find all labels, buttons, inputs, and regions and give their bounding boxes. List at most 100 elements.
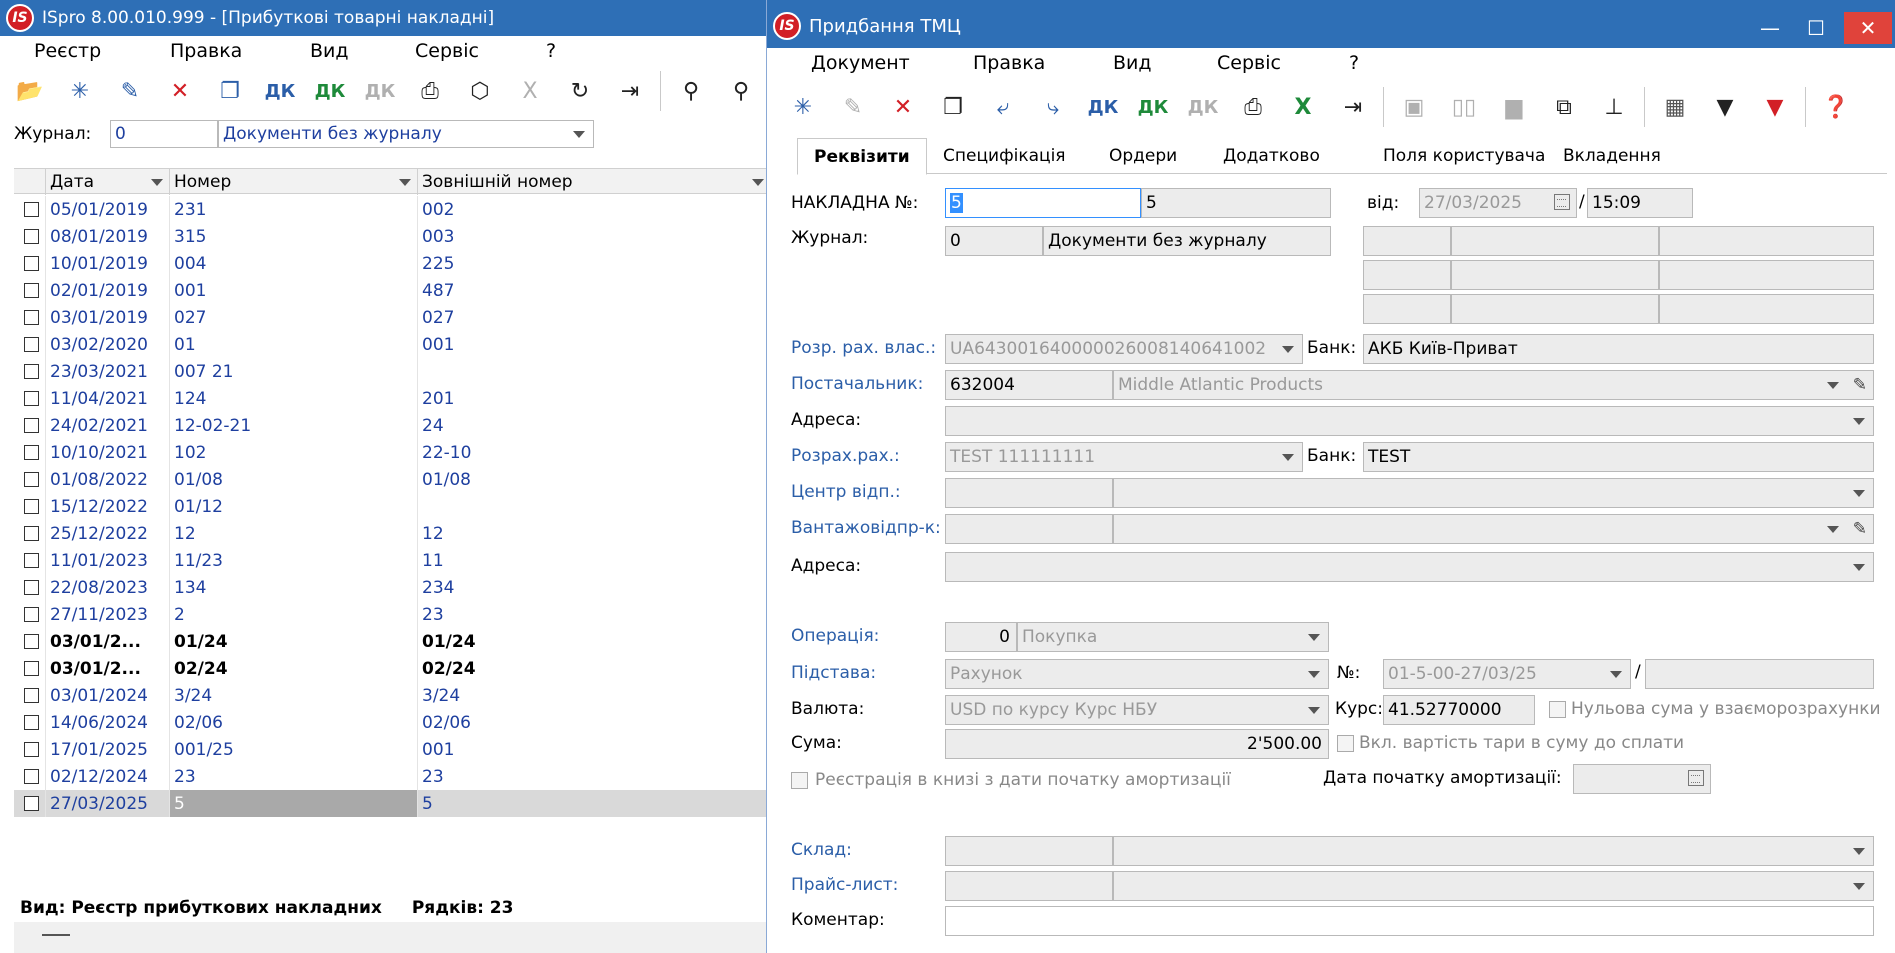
debit-credit-post-icon[interactable]: ДК bbox=[1131, 85, 1175, 129]
collapse-handle[interactable] bbox=[42, 934, 70, 936]
cell-number[interactable]: 001 bbox=[170, 277, 418, 304]
debit-credit-post-icon[interactable]: ДК bbox=[308, 69, 352, 113]
pricelist-label[interactable]: Прайс-лист: bbox=[791, 875, 898, 895]
search-next-icon[interactable]: ⚲ bbox=[719, 69, 763, 113]
row-checkbox[interactable] bbox=[24, 202, 39, 217]
table-row[interactable]: 17/01/2025 001/25 001 bbox=[14, 736, 770, 763]
new-document-icon[interactable]: ✳ bbox=[781, 85, 825, 129]
row-checkbox[interactable] bbox=[24, 310, 39, 325]
basis-select[interactable]: Рахунок bbox=[945, 659, 1329, 689]
menu-view[interactable]: Вид bbox=[1113, 52, 1152, 74]
table-row[interactable]: 03/02/2020 01 001 bbox=[14, 331, 770, 358]
header-number[interactable]: Номер bbox=[170, 169, 418, 195]
cell-external-number[interactable]: 23 bbox=[418, 601, 770, 628]
resp-center-code-input[interactable] bbox=[945, 478, 1113, 508]
table-row[interactable]: 03/01/2024 3/24 3/24 bbox=[14, 682, 770, 709]
cell-external-number[interactable]: 003 bbox=[418, 223, 770, 250]
cell-number[interactable]: 001/25 bbox=[170, 736, 418, 763]
menu-edit[interactable]: Правка bbox=[973, 52, 1045, 74]
row-checkbox[interactable] bbox=[24, 472, 39, 487]
resp-center-label[interactable]: Центр відп.: bbox=[791, 482, 901, 502]
cell-external-number[interactable]: 12 bbox=[418, 520, 770, 547]
cell-external-number[interactable]: 02/24 bbox=[418, 655, 770, 682]
cell-number[interactable]: 12 bbox=[170, 520, 418, 547]
row-checkbox[interactable] bbox=[24, 715, 39, 730]
cell-external-number[interactable]: 01/24 bbox=[418, 628, 770, 655]
row-checkbox[interactable] bbox=[24, 364, 39, 379]
own-account-label[interactable]: Розр. рах. влас.: bbox=[791, 338, 936, 358]
cell-date[interactable]: 11/01/2023 bbox=[46, 547, 170, 574]
supplier-label[interactable]: Постачальник: bbox=[791, 374, 923, 394]
maximize-icon[interactable]: ☐ bbox=[1794, 12, 1838, 44]
row-checkbox[interactable] bbox=[24, 661, 39, 676]
cell-date[interactable]: 10/10/2021 bbox=[46, 439, 170, 466]
pencil-icon[interactable]: ✎ bbox=[1853, 375, 1867, 395]
cell-number[interactable]: 2 bbox=[170, 601, 418, 628]
extra-field-2-2[interactable] bbox=[1451, 260, 1659, 290]
help-icon[interactable]: ❓ bbox=[1814, 85, 1858, 129]
row-checkbox[interactable] bbox=[24, 634, 39, 649]
cell-number[interactable]: 01/08 bbox=[170, 466, 418, 493]
table-row[interactable]: 14/06/2024 02/06 02/06 bbox=[14, 709, 770, 736]
row-checkbox[interactable] bbox=[24, 256, 39, 271]
row-checkbox[interactable] bbox=[24, 445, 39, 460]
pencil-icon[interactable]: ✎ bbox=[1853, 519, 1867, 539]
comment-input[interactable] bbox=[945, 906, 1874, 936]
cell-date[interactable]: 03/01/2... bbox=[46, 628, 170, 655]
rate-field[interactable]: 41.52770000 bbox=[1383, 695, 1535, 725]
currency-select[interactable]: USD по курсу Курс НБУ bbox=[945, 695, 1329, 725]
row-checkbox[interactable] bbox=[24, 796, 39, 811]
debit-credit-icon[interactable]: ДК bbox=[258, 69, 302, 113]
amort-date-input[interactable] bbox=[1573, 764, 1711, 794]
tab-specification[interactable]: Специфікація bbox=[927, 138, 1082, 174]
folder-open-icon[interactable]: 📂 bbox=[8, 69, 52, 113]
table-row[interactable]: 11/01/2023 11/23 11 bbox=[14, 547, 770, 574]
cell-date[interactable]: 17/01/2025 bbox=[46, 736, 170, 763]
search-icon[interactable]: ⚲ bbox=[669, 69, 713, 113]
cell-external-number[interactable]: 5 bbox=[418, 790, 770, 817]
supplier-code-input[interactable]: 632004 bbox=[945, 370, 1113, 400]
table-row[interactable]: 10/10/2021 102 22-10 bbox=[14, 439, 770, 466]
table-row[interactable]: 11/04/2021 124 201 bbox=[14, 385, 770, 412]
pricelist-code-input[interactable] bbox=[945, 871, 1113, 901]
table-row[interactable]: 23/03/2021 007 21 bbox=[14, 358, 770, 385]
exit-icon[interactable]: ⇥ bbox=[1331, 85, 1375, 129]
table-row[interactable]: 08/01/2019 315 003 bbox=[14, 223, 770, 250]
cell-external-number[interactable]: 027 bbox=[418, 304, 770, 331]
journal-code-input[interactable]: 0 bbox=[110, 120, 218, 148]
refresh-icon[interactable]: ↻ bbox=[558, 69, 602, 113]
cell-external-number[interactable]: 001 bbox=[418, 736, 770, 763]
table-row[interactable]: 22/08/2023 134 234 bbox=[14, 574, 770, 601]
basis-number-select[interactable]: 01-5-00-27/03/25 bbox=[1383, 659, 1631, 689]
cell-external-number[interactable]: 201 bbox=[418, 385, 770, 412]
cell-number[interactable]: 3/24 bbox=[170, 682, 418, 709]
cell-number[interactable]: 102 bbox=[170, 439, 418, 466]
menu-view[interactable]: Вид bbox=[310, 40, 349, 62]
table-row[interactable]: 05/01/2019 231 002 bbox=[14, 196, 770, 223]
invoice-number-input[interactable]: 5 bbox=[945, 188, 1141, 218]
calendar-icon[interactable] bbox=[1554, 194, 1570, 210]
menu-registry[interactable]: Реєстр bbox=[34, 40, 101, 62]
export-icon[interactable]: ⤷ bbox=[1031, 85, 1075, 129]
cell-number[interactable]: 5 bbox=[170, 790, 418, 817]
row-checkbox[interactable] bbox=[24, 229, 39, 244]
operation-label[interactable]: Операція: bbox=[791, 626, 879, 646]
cell-number[interactable]: 23 bbox=[170, 763, 418, 790]
hierarchy-icon[interactable]: ⊥ bbox=[1592, 85, 1636, 129]
cell-date[interactable]: 05/01/2019 bbox=[46, 196, 170, 223]
cell-date[interactable]: 03/01/2019 bbox=[46, 304, 170, 331]
extra-field-1-2[interactable] bbox=[1451, 226, 1659, 256]
filter-icon[interactable]: ▼ bbox=[1703, 85, 1747, 129]
warehouse-select[interactable] bbox=[1113, 836, 1874, 866]
shipper-address-select[interactable] bbox=[945, 552, 1874, 582]
register-checkbox[interactable] bbox=[791, 772, 808, 789]
row-checkbox[interactable] bbox=[24, 742, 39, 757]
exit-icon[interactable]: ⇥ bbox=[608, 69, 652, 113]
cell-date[interactable]: 23/03/2021 bbox=[46, 358, 170, 385]
cell-number[interactable]: 12-02-21 bbox=[170, 412, 418, 439]
calendar-icon[interactable] bbox=[1688, 770, 1704, 786]
cell-number[interactable]: 007 21 bbox=[170, 358, 418, 385]
cell-number[interactable]: 01/12 bbox=[170, 493, 418, 520]
shipper-select[interactable]: ✎ bbox=[1113, 514, 1874, 544]
row-checkbox[interactable] bbox=[24, 391, 39, 406]
